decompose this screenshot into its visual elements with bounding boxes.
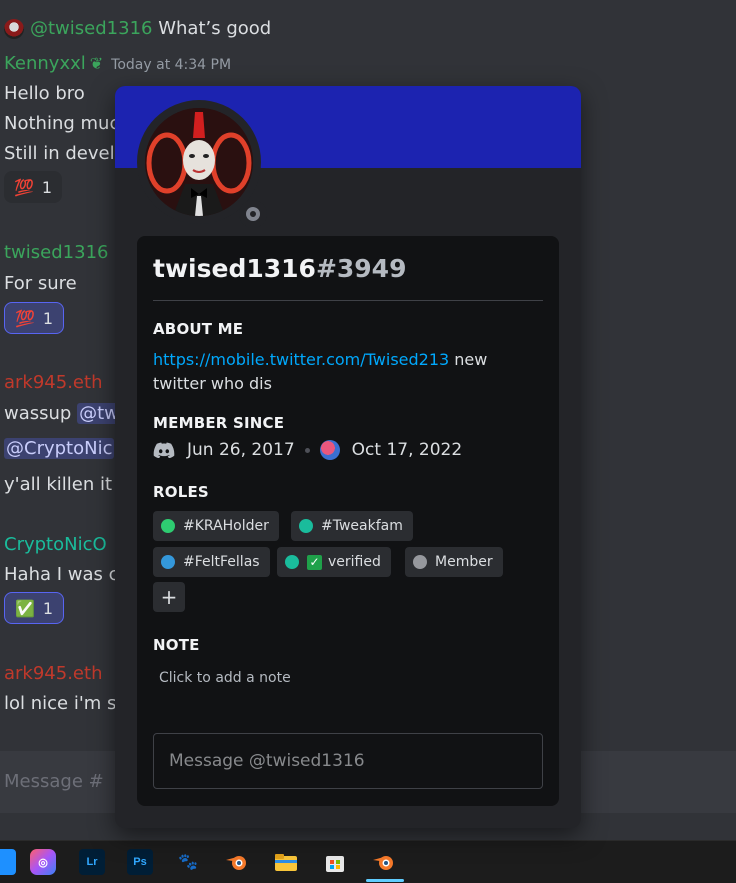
hundred-emoji-icon: 💯 <box>15 308 35 328</box>
message-author[interactable]: Kennyxxl ❦ Today at 4:34 PM <box>4 53 231 74</box>
about-me-text: https://mobile.twitter.com/Twised213 new… <box>153 348 533 396</box>
message-text: For sure <box>4 273 77 294</box>
message-text: Nothing muc <box>4 113 120 134</box>
message-author[interactable]: twised1316 <box>4 242 108 263</box>
message-author[interactable]: ark945.eth <box>4 372 102 393</box>
role-name: #KRAHolder <box>183 518 269 534</box>
reaction-count: 1 <box>42 598 54 618</box>
server-icon <box>319 440 340 460</box>
role-name: #Tweakfam <box>321 518 403 534</box>
role-color-dot[interactable] <box>299 519 313 533</box>
composer-placeholder: Message # <box>4 771 104 792</box>
sprout-icon: ❦ <box>89 54 104 73</box>
message-text: lol nice i'm s <box>4 693 117 714</box>
reply-username[interactable]: @twised1316 <box>30 18 152 39</box>
status-offline-indicator <box>239 200 267 228</box>
discriminator-text: #3949 <box>315 254 407 283</box>
discord-logo-icon <box>153 442 175 458</box>
reaction-count: 1 <box>42 308 54 328</box>
add-role-button[interactable]: + <box>153 582 185 612</box>
reaction-chip[interactable]: 💯 1 <box>4 171 63 203</box>
profile-body: twised1316#3949 ABOUT ME https://mobile.… <box>137 236 559 806</box>
user-mention[interactable]: @CryptoNic <box>4 438 115 459</box>
role-name: Member <box>435 554 493 570</box>
role-name: verified <box>328 554 381 570</box>
message-placeholder: Message @twised1316 <box>169 751 365 771</box>
divider <box>153 300 543 301</box>
message-text: wassup @tw <box>4 403 121 424</box>
blender-icon[interactable] <box>224 849 250 875</box>
gimp-icon[interactable]: 🐾 <box>175 849 201 875</box>
separator-dot <box>304 447 310 453</box>
roles-heading: ROLES <box>153 483 209 501</box>
role-chip[interactable]: #KRAHolder <box>153 511 279 541</box>
role-color-dot[interactable] <box>161 519 175 533</box>
author-name-kennyxxl[interactable]: Kennyxxl <box>4 53 86 74</box>
user-profile-popout: twised1316#3949 ABOUT ME https://mobile.… <box>115 86 581 828</box>
role-color-dot[interactable] <box>413 555 427 569</box>
role-color-dot[interactable] <box>285 555 299 569</box>
creative-cloud-icon[interactable]: ◎ <box>30 849 56 875</box>
reaction-count: 1 <box>41 177 53 197</box>
member-since-heading: MEMBER SINCE <box>153 414 285 432</box>
lightroom-icon[interactable]: Lr <box>79 849 105 875</box>
lightroom-label: Lr <box>86 856 98 868</box>
message-text: y'all killen it <box>4 474 113 495</box>
role-chip[interactable]: ✓ verified <box>277 547 391 577</box>
blender-icon[interactable] <box>371 849 397 875</box>
checkmark-icon: ✓ <box>307 554 322 570</box>
reply-preview[interactable]: @twised1316 What’s good <box>4 18 271 39</box>
direct-message-input[interactable]: Message @twised1316 <box>153 733 543 789</box>
hundred-emoji-icon: 💯 <box>14 177 34 197</box>
photoshop-label: Ps <box>133 856 147 868</box>
member-since-row: Jun 26, 2017 Oct 17, 2022 <box>153 440 462 460</box>
discord-join-date: Jun 26, 2017 <box>187 440 295 460</box>
username-text: twised1316 <box>153 254 316 283</box>
message-timestamp: Today at 4:34 PM <box>111 57 232 73</box>
store-icon[interactable] <box>322 849 348 875</box>
role-chip[interactable]: #FeltFellas <box>153 547 270 577</box>
message-text: Hello bro <box>4 83 85 104</box>
server-join-date: Oct 17, 2022 <box>351 440 463 460</box>
check-emoji-icon: ✅ <box>15 598 35 618</box>
reply-avatar <box>4 19 24 39</box>
profile-username[interactable]: twised1316#3949 <box>153 254 406 283</box>
reaction-chip[interactable]: 💯 1 <box>4 302 65 334</box>
message-text-part: wassup <box>4 403 72 424</box>
profile-avatar-frame <box>137 100 267 228</box>
message-text: Still in develo <box>4 143 126 164</box>
note-input[interactable]: Click to add a note <box>159 670 291 686</box>
role-color-dot[interactable] <box>161 555 175 569</box>
role-chip[interactable]: #Tweakfam <box>291 511 413 541</box>
photoshop-icon[interactable]: Ps <box>127 849 153 875</box>
message-author[interactable]: CryptoNicO <box>4 534 107 555</box>
role-chip[interactable]: Member <box>405 547 503 577</box>
reaction-chip[interactable]: ✅ 1 <box>4 592 65 624</box>
message-text: Haha I was c <box>4 564 119 585</box>
app-icon-partial[interactable] <box>0 849 16 875</box>
profile-avatar[interactable] <box>145 108 253 216</box>
about-me-link[interactable]: https://mobile.twitter.com/Twised213 <box>153 350 449 369</box>
note-heading: NOTE <box>153 636 200 654</box>
reply-text: What’s good <box>158 18 272 39</box>
role-name: #FeltFellas <box>183 554 260 570</box>
file-explorer-icon[interactable] <box>273 849 299 875</box>
about-me-heading: ABOUT ME <box>153 320 244 338</box>
message-author[interactable]: ark945.eth <box>4 663 102 684</box>
message-text: @CryptoNic <box>4 438 115 459</box>
taskbar: ◎ Lr Ps 🐾 <box>0 840 736 883</box>
